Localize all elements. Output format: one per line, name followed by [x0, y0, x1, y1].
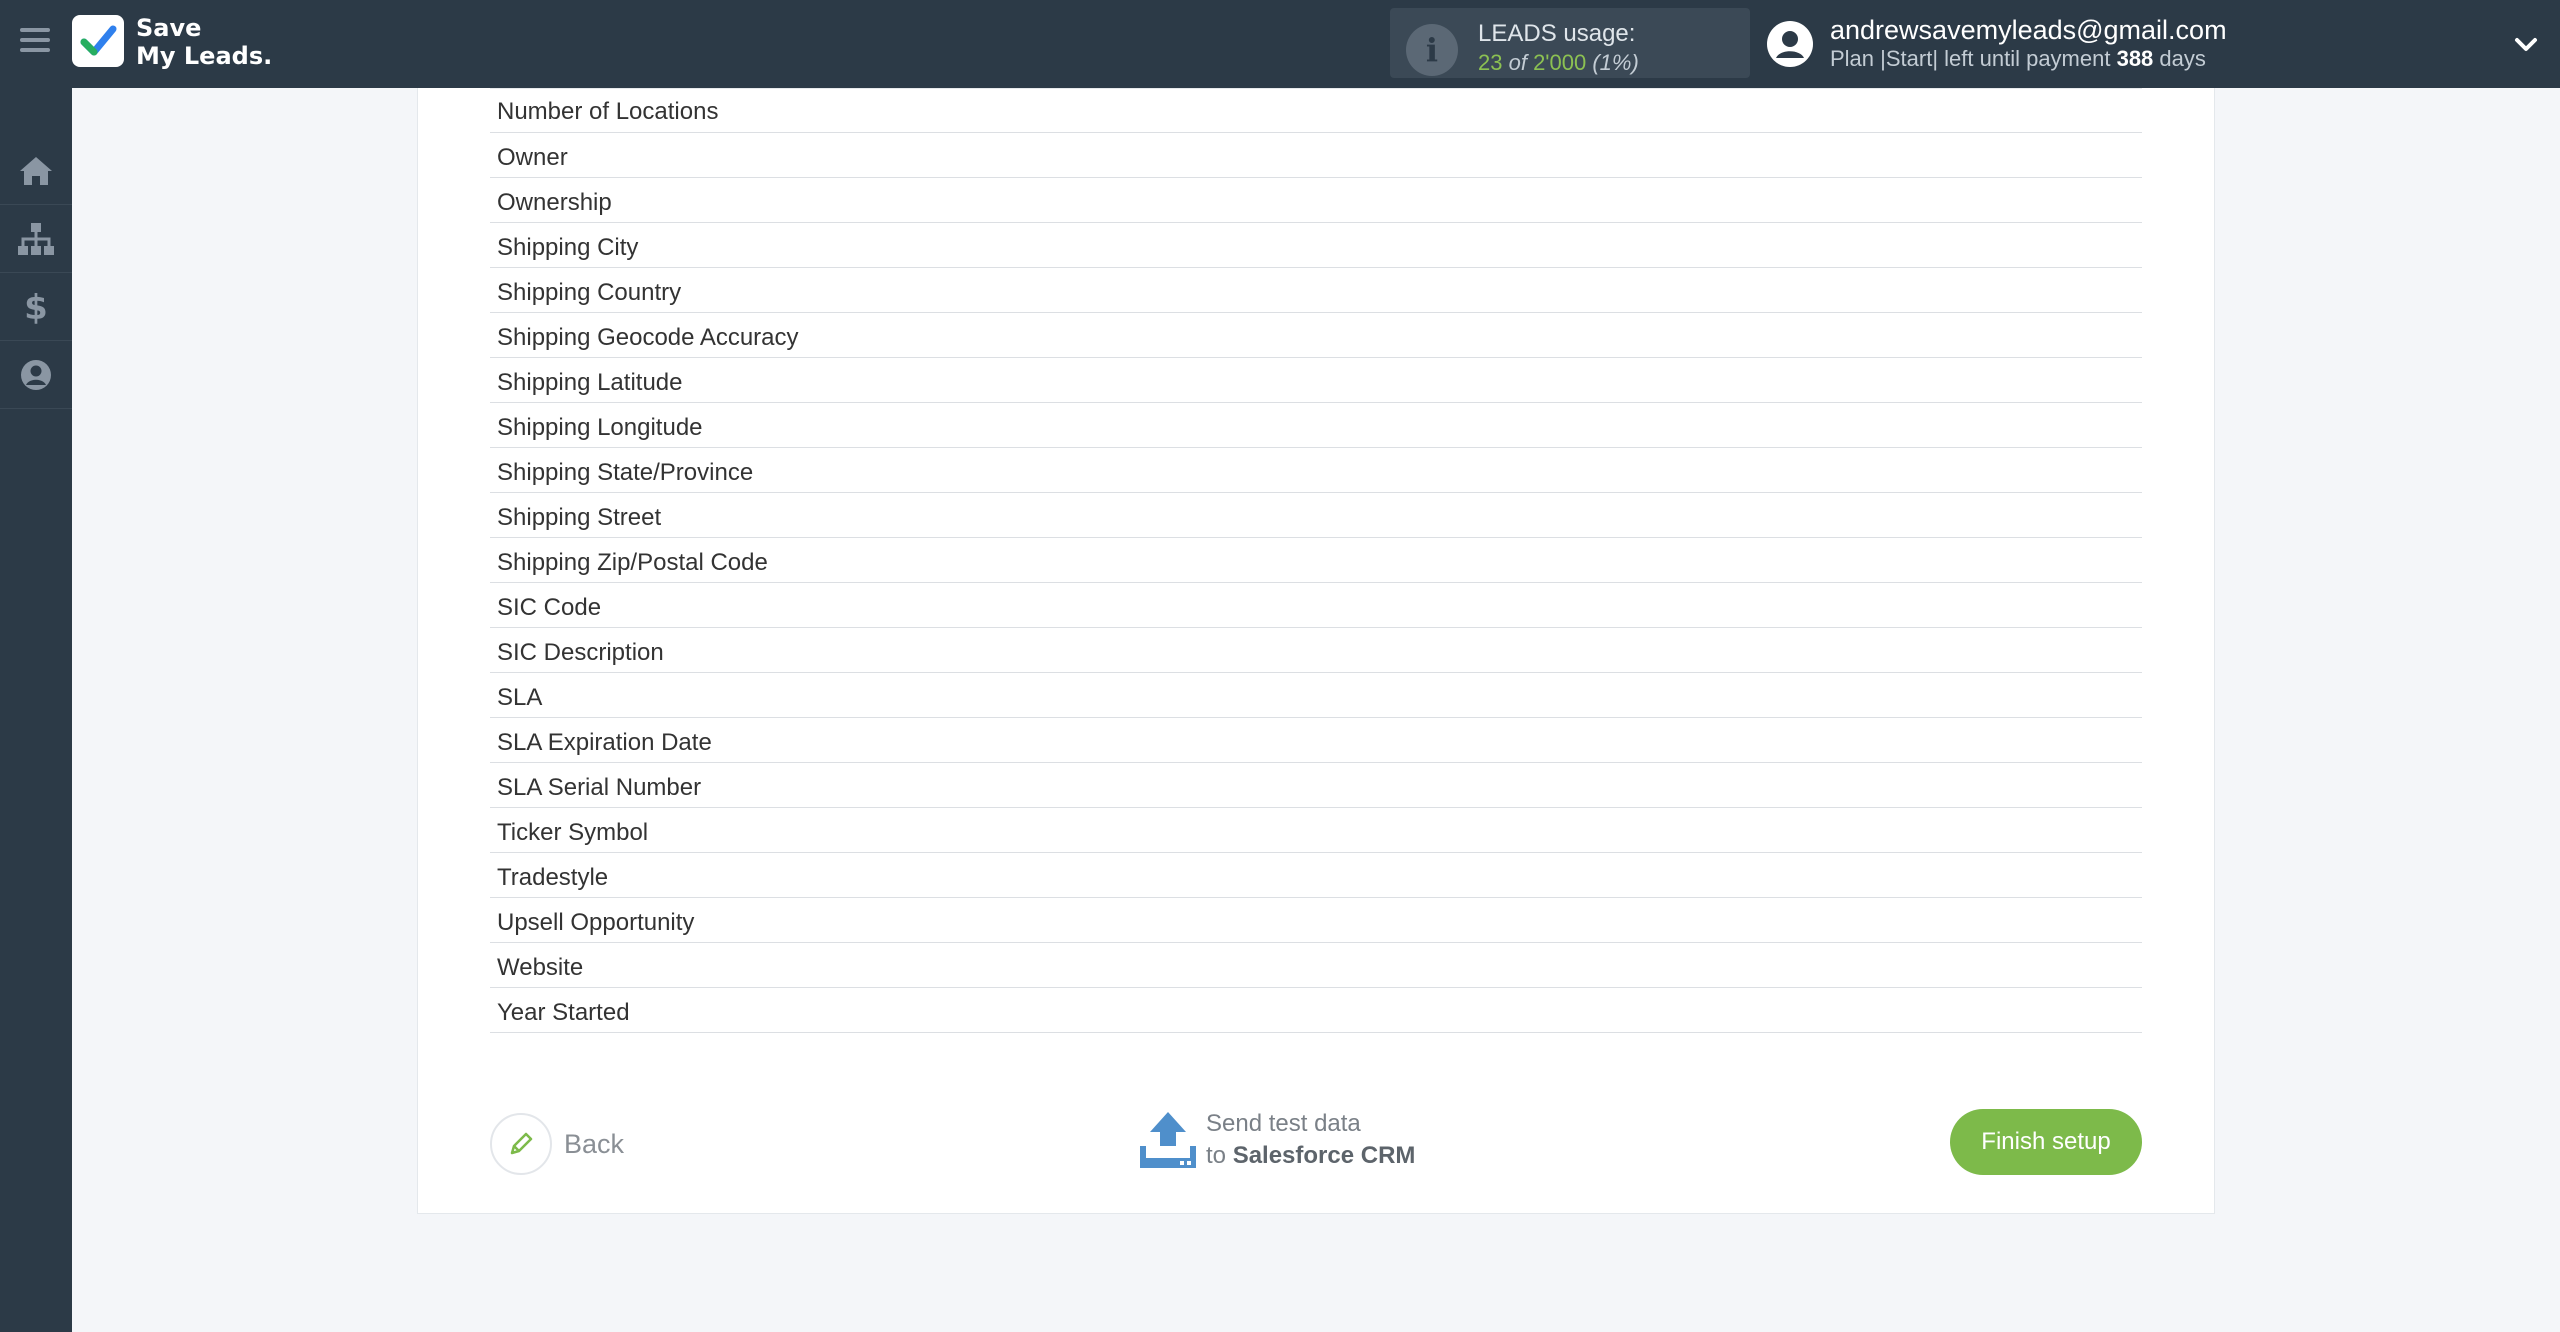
logo-icon[interactable]	[72, 15, 124, 67]
sidebar-item-home[interactable]	[0, 137, 72, 205]
field-list-item[interactable]: Shipping Street	[490, 493, 2142, 538]
logo-line-1: Save	[136, 14, 202, 42]
leads-usage-panel: i LEADS usage: 23 of 2'000 (1%)	[1390, 8, 1750, 78]
field-list-item[interactable]: Owner	[490, 133, 2142, 178]
field-list-item[interactable]: Upsell Opportunity	[490, 898, 2142, 943]
sidebar-item-connections[interactable]	[0, 205, 72, 273]
send-to: to	[1206, 1142, 1233, 1169]
field-list-item[interactable]: Ticker Symbol	[490, 808, 2142, 853]
sitemap-icon	[18, 222, 54, 255]
field-list-item[interactable]: Shipping Zip/Postal Code	[490, 538, 2142, 583]
back-label: Back	[564, 1128, 625, 1159]
field-list-item[interactable]: SIC Description	[490, 628, 2142, 673]
svg-text:$: $	[24, 289, 48, 325]
field-list-item[interactable]: SIC Code	[490, 583, 2142, 628]
field-list-item[interactable]: Tradestyle	[490, 853, 2142, 898]
leads-total: 2'000	[1533, 50, 1587, 75]
send-target: Salesforce CRM	[1232, 1142, 1416, 1169]
field-list-item[interactable]: Shipping State/Province	[490, 448, 2142, 493]
send-test-data-button[interactable]: Send test data to Salesforce CRM	[1138, 1108, 1415, 1172]
plan-prefix: Plan |Start| left until payment	[1830, 46, 2117, 71]
back-button[interactable]: Back	[490, 1112, 624, 1176]
send-line-2: to Salesforce CRM	[1206, 1140, 1415, 1172]
plan-days: 388	[2116, 46, 2154, 71]
field-list-item[interactable]: SLA	[490, 673, 2142, 718]
top-bar: Save My Leads. i LEADS usage: 23 of 2'00…	[0, 0, 2560, 88]
upload-icon	[1140, 1112, 1196, 1168]
field-list-item[interactable]: Shipping Geocode Accuracy	[490, 313, 2142, 358]
send-line-1: Send test data	[1206, 1110, 1361, 1137]
user-plan: Plan |Start| left until payment 388 days	[1830, 46, 2206, 72]
home-icon	[20, 156, 52, 185]
chevron-down-icon[interactable]	[2512, 30, 2540, 58]
leads-usage-value: 23 of 2'000 (1%)	[1478, 50, 1639, 76]
info-icon: i	[1406, 24, 1458, 76]
field-list-item[interactable]: SLA Serial Number	[490, 763, 2142, 808]
field-list-item[interactable]: Shipping City	[490, 223, 2142, 268]
field-list-item[interactable]: SLA Expiration Date	[490, 718, 2142, 763]
logo-line-2: My Leads.	[136, 42, 273, 70]
field-list-item[interactable]: Shipping Latitude	[490, 358, 2142, 403]
user-email[interactable]: andrewsavemyleads@gmail.com	[1830, 15, 2227, 46]
menu-icon[interactable]	[20, 28, 50, 56]
finish-setup-button[interactable]: Finish setup	[1950, 1109, 2142, 1175]
field-list: Number of Locations Owner Ownership Shippin…	[490, 88, 2142, 1033]
leads-usage-title: LEADS usage:	[1478, 20, 1636, 47]
leads-used: 23	[1478, 50, 1503, 75]
field-list-item[interactable]: Shipping Longitude	[490, 403, 2142, 448]
field-list-item[interactable]: Number of Locations	[490, 88, 2142, 133]
logo-text[interactable]: Save My Leads.	[136, 14, 272, 70]
field-list-item[interactable]: Shipping Country	[490, 268, 2142, 313]
pencil-icon	[490, 1113, 552, 1175]
field-list-item[interactable]: Ownership	[490, 178, 2142, 223]
sidebar: $	[0, 88, 72, 1332]
user-avatar-icon[interactable]	[1766, 20, 1814, 68]
field-list-item[interactable]: Website	[490, 943, 2142, 988]
plan-suffix: days	[2153, 46, 2206, 71]
leads-of: of	[1502, 50, 1534, 75]
leads-percent: (1%)	[1586, 50, 1639, 75]
dollar-icon: $	[24, 289, 48, 325]
user-circle-icon	[21, 359, 51, 390]
field-list-item[interactable]: Year Started	[490, 988, 2142, 1033]
sidebar-item-billing[interactable]: $	[0, 273, 72, 341]
sidebar-item-account[interactable]	[0, 341, 72, 409]
